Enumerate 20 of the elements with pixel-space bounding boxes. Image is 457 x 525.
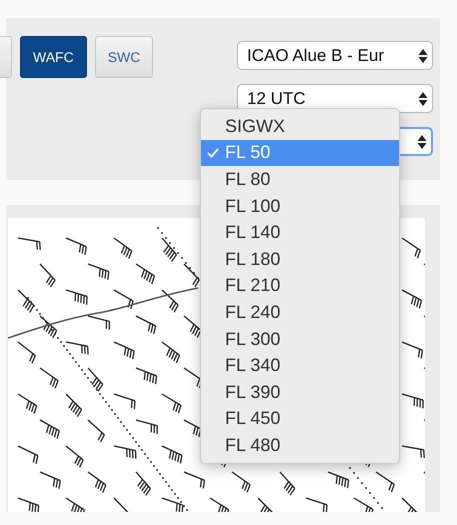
menu-item[interactable]: FL 480 xyxy=(201,432,399,459)
updown-arrows-icon xyxy=(418,48,428,64)
menu-item[interactable]: FL 180 xyxy=(201,246,399,273)
menu-item[interactable]: FL 390 xyxy=(201,378,399,406)
menu-item[interactable]: FL 240 xyxy=(201,299,399,326)
menu-item[interactable]: FL 140 xyxy=(201,219,399,246)
menu-item[interactable]: FL 80 xyxy=(201,166,399,193)
menu-item[interactable]: FL 450 xyxy=(201,406,399,432)
updown-arrows-icon xyxy=(418,90,428,106)
menu-item[interactable]: FL 210 xyxy=(201,272,399,300)
menu-item[interactable]: FL 100 xyxy=(201,192,399,220)
product-tab[interactable]: SWC xyxy=(94,36,154,78)
product-tab[interactable]: WAFC xyxy=(20,36,87,78)
checkmark-icon xyxy=(207,148,219,158)
menu-item[interactable]: FL 300 xyxy=(201,326,399,352)
updown-arrows-icon xyxy=(417,134,427,150)
select-field[interactable]: ICAO Alue B - Eur xyxy=(237,41,433,70)
menu-item[interactable]: FL 340 xyxy=(201,352,399,379)
partial-button[interactable] xyxy=(0,36,12,78)
menu-item[interactable]: SIGWX xyxy=(201,113,399,140)
